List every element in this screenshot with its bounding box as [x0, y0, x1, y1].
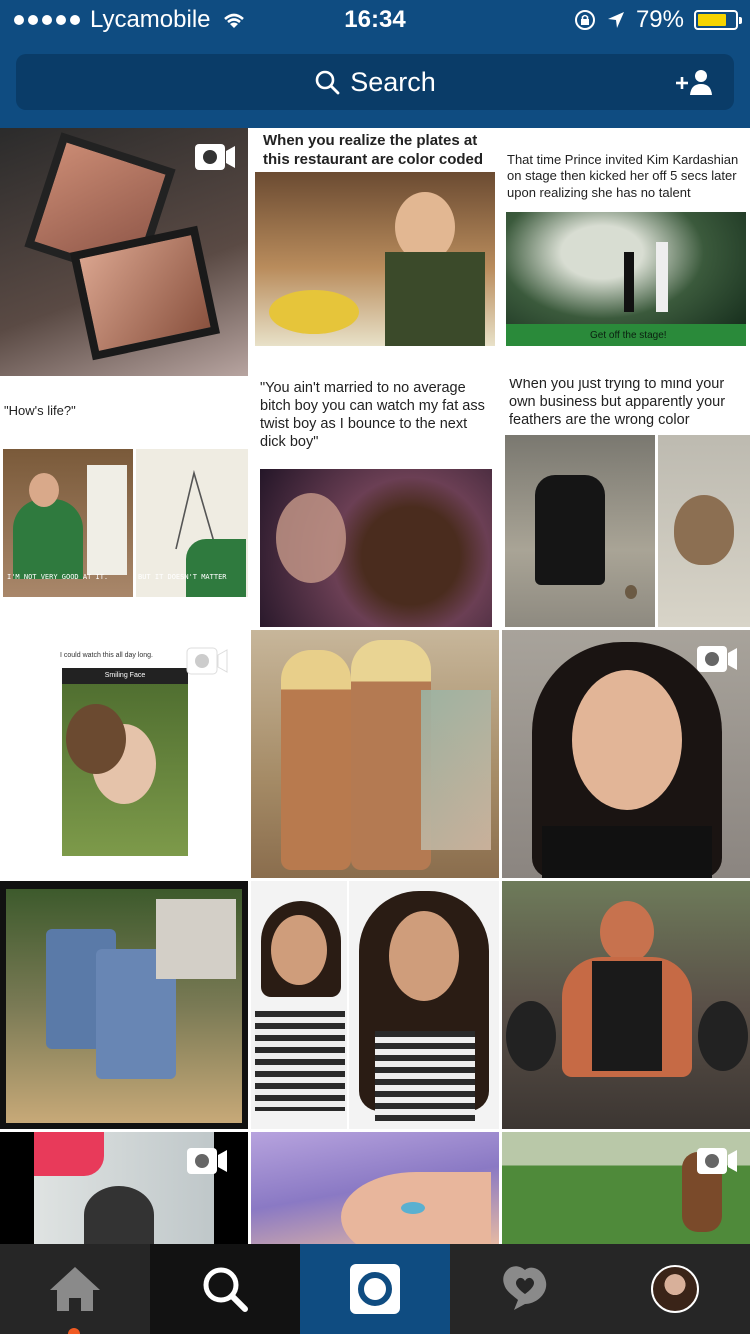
weight-plate	[506, 1001, 556, 1071]
home-icon	[50, 1267, 100, 1311]
robe	[421, 690, 491, 850]
panel-title: Smiling Face	[62, 668, 188, 684]
rotation-lock-icon	[574, 10, 595, 30]
grid-post-portrait-video[interactable]	[502, 630, 750, 878]
garden-photo	[6, 889, 242, 1123]
bottom-tab-bar	[0, 1244, 750, 1334]
location-arrow-icon	[607, 12, 624, 28]
search-input[interactable]: Search	[16, 54, 734, 110]
tab-profile[interactable]	[600, 1244, 750, 1334]
face	[572, 670, 682, 810]
owl-photo	[658, 435, 750, 627]
restaurant-photo	[255, 172, 495, 346]
shirt	[542, 826, 712, 878]
explore-grid: When you realize the plates at this rest…	[0, 128, 750, 1244]
smiling-face-panel: Smiling Face	[62, 668, 188, 856]
grid-post-plates-meme[interactable]: When you realize the plates at this rest…	[251, 128, 499, 376]
concert-photo: Get off the stage!	[506, 212, 746, 346]
person-left	[281, 650, 351, 870]
grid-post-bikini-photo[interactable]	[251, 630, 499, 878]
meme-caption: That time Prince invited Kim Kardashian …	[507, 152, 739, 200]
grid-post-hows-life-meme[interactable]: "How's life?" I'M NOT VERY GOOD AT IT. B…	[0, 379, 248, 627]
video-camera-icon	[697, 646, 737, 672]
camera-icon	[350, 1264, 400, 1314]
grid-post-horse-video[interactable]	[502, 1132, 750, 1244]
weight-plate-2	[698, 1001, 748, 1071]
athlete	[562, 901, 692, 1111]
search-icon	[203, 1267, 248, 1312]
panel-caption-left: I'M NOT VERY GOOD AT IT.	[7, 573, 109, 581]
search-header: Search	[0, 40, 750, 128]
grid-post-bottle-video[interactable]	[0, 1132, 248, 1244]
grid-post-feathers-meme[interactable]: When you just trying to mind your own bu…	[502, 379, 750, 627]
battery-percent: 79%	[635, 6, 684, 33]
selfie-right	[349, 881, 499, 1129]
concert-caption: Get off the stage!	[590, 330, 667, 341]
grid-post-smiling-face[interactable]: I could watch this all day long. Smiling…	[0, 630, 248, 878]
search-icon	[315, 70, 340, 95]
grid-post-gym-photo[interactable]	[502, 881, 750, 1129]
video-camera-icon	[187, 1148, 227, 1174]
activity-heart-icon	[503, 1266, 547, 1310]
search-placeholder: Search	[350, 66, 436, 97]
grid-post-married-meme[interactable]: "You ain't married to no average bitch b…	[251, 379, 499, 627]
status-bar: Lycamobile 16:34 79%	[0, 0, 750, 40]
selfie-left	[251, 881, 347, 1129]
drawing-panel-left: I'M NOT VERY GOOD AT IT.	[3, 449, 133, 597]
police-photo	[505, 435, 655, 627]
video-camera-icon	[697, 1148, 737, 1174]
panel-caption-right: BUT IT DOESN'T MATTER	[138, 573, 227, 581]
meme-caption: "How's life?"	[4, 403, 76, 418]
tab-activity[interactable]	[450, 1244, 600, 1334]
grid-post-makeup-palette[interactable]	[0, 128, 248, 376]
add-user-icon[interactable]	[674, 68, 714, 96]
grid-post-jeans-planters[interactable]	[0, 881, 248, 1129]
person-right	[351, 640, 431, 870]
meme-caption: When you just trying to mind your own bu…	[509, 379, 726, 429]
drawing-panel-right: BUT IT DOESN'T MATTER	[136, 449, 248, 597]
tab-search[interactable]	[150, 1244, 300, 1334]
eye	[401, 1202, 425, 1214]
grid-post-purple-hair[interactable]	[251, 1132, 499, 1244]
video-camera-icon	[195, 144, 235, 170]
battery-icon	[694, 10, 742, 30]
tab-home[interactable]	[0, 1244, 150, 1334]
grid-post-prince-meme[interactable]: That time Prince invited Kim Kardashian …	[502, 128, 750, 376]
face-closeup-photo	[260, 469, 492, 627]
meme-caption: "You ain't married to no average bitch b…	[260, 380, 485, 451]
grid-post-selfie-comparison[interactable]	[251, 881, 499, 1129]
tab-camera[interactable]	[300, 1244, 450, 1334]
video-camera-icon	[186, 647, 228, 675]
meme-caption: I could watch this all day long.	[60, 652, 153, 659]
profile-avatar	[651, 1265, 699, 1313]
meme-caption: When you realize the plates at this rest…	[263, 132, 484, 168]
notification-dot	[68, 1328, 80, 1334]
